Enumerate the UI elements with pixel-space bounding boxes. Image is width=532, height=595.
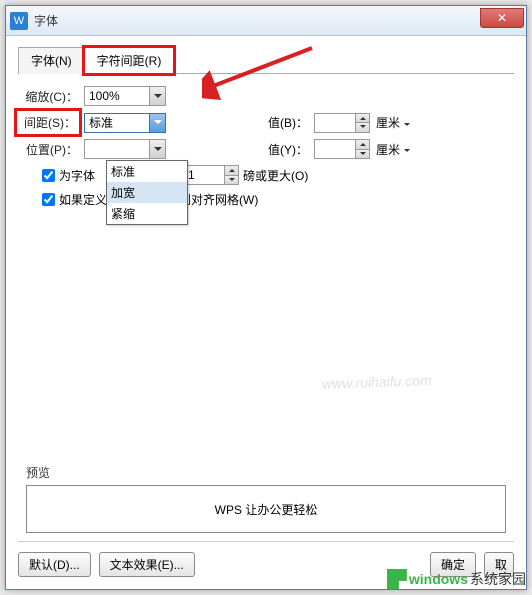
chevron-down-icon [402,116,410,130]
combo-spacing-value: 标准 [89,114,113,131]
label-scale: 缩放(C)： [18,88,78,105]
button-bar: 默认(D)... 文本效果(E)... 确定 取 [18,541,514,577]
checkbox-snap-grid[interactable] [42,193,55,206]
spinner-buttons[interactable] [355,140,369,158]
preview-section: 预览 WPS 让办公更轻松 [26,464,506,533]
default-button[interactable]: 默认(D)... [18,552,91,577]
row-spacing: 间距(S)： 标准 值(B)： 厘米 [18,112,514,133]
spinner-kerning[interactable]: 1 [183,165,239,185]
app-icon: W [10,12,28,30]
font-dialog: W 字体 ✕ 字体(N) 字符间距(R) 缩放(C)： 100% 间距(S)： … [5,5,527,590]
option-expanded[interactable]: 加宽 [107,182,187,203]
combo-scale[interactable]: 100% [84,86,166,106]
label-value-y: 值(Y)： [258,141,308,158]
option-condensed[interactable]: 紧缩 [107,203,187,224]
label-value-b: 值(B)： [258,114,308,131]
unit-b[interactable]: 厘米 [376,114,410,131]
spinner-kerning-value: 1 [188,168,195,182]
row-scale: 缩放(C)： 100% [18,86,514,106]
window-title: 字体 [34,12,58,29]
label-position: 位置(P)： [18,141,78,158]
chevron-down-icon [402,142,410,156]
checkbox-kerning[interactable] [42,169,55,182]
close-icon: ✕ [497,11,507,25]
combo-scale-value: 100% [89,89,120,103]
combo-position[interactable] [84,139,166,159]
dialog-content: 字体(N) 字符间距(R) 缩放(C)： 100% 间距(S)： 标准 值(B)… [6,36,526,589]
row-position: 位置(P)： 值(Y)： 厘米 [18,139,514,159]
tab-bar: 字体(N) 字符间距(R) [18,46,514,74]
close-button[interactable]: ✕ [480,8,524,28]
option-standard[interactable]: 标准 [107,161,187,182]
spinner-value-y[interactable] [314,139,370,159]
preview-label: 预览 [26,464,506,481]
chevron-down-icon [149,87,165,105]
combo-spacing[interactable]: 标准 [84,113,166,133]
label-spacing: 间距(S)： [18,112,78,133]
preview-text: WPS 让办公更轻松 [215,501,318,518]
tab-font[interactable]: 字体(N) [18,47,85,74]
spinner-buttons[interactable] [355,114,369,132]
unit-y[interactable]: 厘米 [376,141,410,158]
chevron-down-icon [149,140,165,158]
text-effect-button[interactable]: 文本效果(E)... [99,552,195,577]
spinner-value-b[interactable] [314,113,370,133]
ok-button[interactable]: 确定 [430,552,476,577]
checkbox-kerning-label: 为字体 [59,167,95,184]
chevron-down-icon [149,114,165,132]
dropdown-spacing-options: 标准 加宽 紧缩 [106,160,188,225]
label-kerning-unit: 磅或更大(O) [243,167,308,184]
preview-box: WPS 让办公更轻松 [26,485,506,533]
cancel-button[interactable]: 取 [484,552,514,577]
tab-char-spacing[interactable]: 字符间距(R) [84,47,175,74]
spinner-buttons[interactable] [224,166,238,184]
titlebar: W 字体 ✕ [6,6,526,36]
